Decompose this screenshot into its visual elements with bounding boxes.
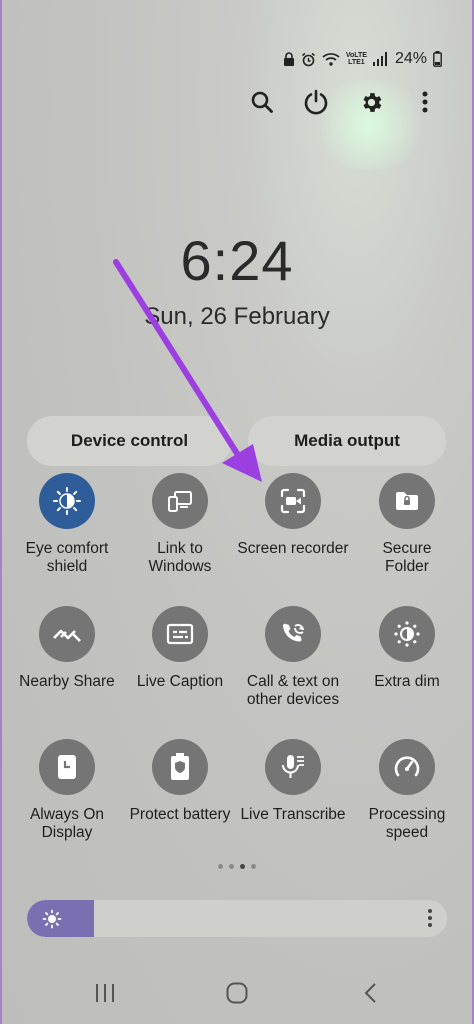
back-button[interactable]: [352, 979, 388, 1007]
device-control-label: Device control: [70, 431, 189, 450]
tile-nearby-share[interactable]: Nearby Share: [11, 606, 123, 691]
navigation-bar: [0, 975, 474, 1011]
screen-recorder-icon: [280, 488, 306, 514]
tile-label: Protect battery: [129, 806, 231, 823]
tile-label: Screen recorder: [237, 540, 349, 557]
secure-folder-icon: [396, 492, 418, 510]
live-caption-icon: [166, 623, 194, 645]
tile-extra-dim-button[interactable]: [379, 606, 435, 662]
search-icon: [251, 91, 273, 113]
tile-live-transcribe[interactable]: Live Transcribe: [237, 739, 349, 824]
always-on-display-icon: [58, 755, 76, 779]
extra-dim-icon: [394, 621, 420, 647]
tile-always-on-display[interactable]: Always On Display: [11, 739, 123, 842]
quick-panel-actions: [0, 88, 474, 116]
tile-live-caption-button[interactable]: [152, 606, 208, 662]
power-button[interactable]: [302, 88, 330, 116]
tile-always-on-display-button[interactable]: [39, 739, 95, 795]
power-icon: [304, 89, 328, 115]
battery-icon: [433, 51, 442, 67]
more-vertical-icon: [422, 91, 428, 113]
gear-icon: [362, 92, 381, 112]
tile-protect-battery-button[interactable]: [152, 739, 208, 795]
recents-icon: [96, 984, 114, 1002]
tile-secure-folder-button[interactable]: [379, 473, 435, 529]
page-indicator: [0, 864, 474, 869]
status-bar: VoLTE LTE1 24%: [283, 50, 442, 68]
tile-processing-speed[interactable]: Processing speed: [351, 739, 463, 842]
tile-call-text-button[interactable]: [265, 606, 321, 662]
tile-label: Extra dim: [374, 673, 440, 690]
tile-eye-comfort-shield-button[interactable]: [39, 473, 95, 529]
signal-icon: [372, 52, 387, 66]
protect-battery-icon: [171, 753, 189, 780]
tile-eye-comfort-shield[interactable]: Eye comfort shield: [11, 473, 123, 576]
tile-protect-battery[interactable]: Protect battery: [124, 739, 236, 824]
tile-live-transcribe-button[interactable]: [265, 739, 321, 795]
lockscreen-time: 6:24: [180, 229, 294, 292]
recents-button[interactable]: [87, 979, 123, 1007]
page-dot[interactable]: [229, 864, 234, 869]
tile-live-caption[interactable]: Live Caption: [124, 606, 236, 691]
tile-label: Call & text on other devices: [246, 673, 340, 708]
more-options-button[interactable]: [411, 88, 439, 116]
page-dot[interactable]: [218, 864, 223, 869]
tile-nearby-share-button[interactable]: [39, 606, 95, 662]
search-button[interactable]: [248, 88, 276, 116]
media-output-button[interactable]: Media output: [248, 416, 446, 466]
lockscreen-date: Sun, 26 February: [144, 303, 330, 330]
back-icon: [364, 983, 376, 1003]
link-to-windows-icon: [168, 491, 192, 512]
media-output-label: Media output: [294, 431, 400, 450]
volte-icon: VoLTE LTE1: [346, 52, 367, 66]
brightness-more-icon[interactable]: [427, 908, 433, 928]
tile-label: Secure Folder: [382, 540, 432, 575]
tile-label: Live Caption: [136, 673, 224, 690]
processing-speed-icon: [394, 756, 420, 777]
home-button[interactable]: [219, 979, 255, 1007]
live-transcribe-icon: [282, 755, 304, 778]
call-text-icon: [282, 623, 304, 642]
alarm-icon: [301, 52, 315, 66]
brightness-sun-icon: [42, 909, 62, 929]
page-dot[interactable]: [251, 864, 256, 869]
brightness-slider[interactable]: [27, 900, 447, 937]
home-icon: [226, 982, 248, 1004]
tile-label: Always On Display: [29, 806, 105, 841]
tile-link-to-windows[interactable]: Link to Windows: [124, 473, 236, 576]
tile-processing-speed-button[interactable]: [379, 739, 435, 795]
tile-screen-recorder-button[interactable]: [265, 473, 321, 529]
wifi-icon: [322, 53, 340, 66]
tile-label: Processing speed: [368, 806, 446, 841]
tile-call-text-other-devices[interactable]: Call & text on other devices: [237, 606, 349, 709]
battery-percent: 24%: [394, 50, 427, 67]
lte-label: LTE1: [348, 59, 365, 66]
tile-secure-folder[interactable]: Secure Folder: [351, 473, 463, 576]
tile-screen-recorder[interactable]: Screen recorder: [237, 473, 349, 558]
tile-label: Eye comfort shield: [25, 540, 109, 575]
tile-label: Nearby Share: [19, 673, 115, 690]
lock-icon: [283, 52, 294, 66]
tile-extra-dim[interactable]: Extra dim: [351, 606, 463, 691]
volte-label: VoLTE: [345, 52, 367, 59]
tile-link-to-windows-button[interactable]: [152, 473, 208, 529]
tile-label: Live Transcribe: [240, 806, 346, 823]
device-control-button[interactable]: Device control: [27, 416, 232, 466]
page-dot-active[interactable]: [240, 864, 245, 869]
settings-button[interactable]: [357, 88, 385, 116]
tile-label: Link to Windows: [148, 540, 212, 575]
nearby-share-icon: [53, 629, 81, 642]
eye-comfort-icon: [53, 487, 81, 515]
